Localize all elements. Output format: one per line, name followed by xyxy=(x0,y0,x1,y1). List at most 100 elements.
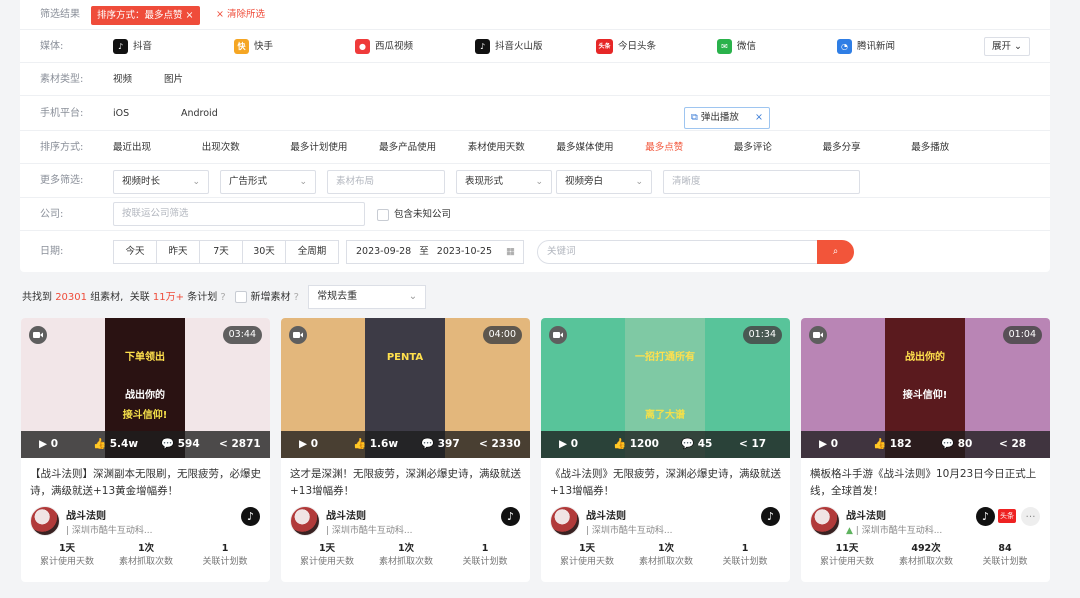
clear-filters-button[interactable]: × 清除所选 xyxy=(216,0,265,29)
metric-label: 累计使用天数 xyxy=(819,557,874,567)
avatar xyxy=(290,506,320,536)
card-metric: 1次 素材抓取次数 xyxy=(365,542,447,569)
media-option[interactable]: ✉ 微信 xyxy=(717,30,756,63)
card-title[interactable]: 横板格斗手游《战斗法则》10月23日今日正式上线，全球首发！ xyxy=(810,466,1043,500)
like-count: 👍 1.6w xyxy=(353,438,399,450)
sort-option[interactable]: 最多分享 xyxy=(823,131,861,164)
metric-label: 累计使用天数 xyxy=(299,557,354,567)
close-icon[interactable]: × xyxy=(755,108,763,128)
date-all-button[interactable]: 全周期 xyxy=(285,240,339,264)
ad-format-select[interactable]: 广告形式 ⌄ xyxy=(220,170,316,194)
more-filters-label: 更多筛选: xyxy=(40,175,84,186)
expand-button[interactable]: 展开 ⌄ xyxy=(984,37,1030,56)
douyin-icon: ♪ xyxy=(113,39,128,54)
sort-option[interactable]: 素材使用天数 xyxy=(468,131,525,164)
material-option-image[interactable]: 图片 xyxy=(164,63,183,96)
video-camera-icon xyxy=(29,326,47,344)
play-count: ▶ 0 xyxy=(39,438,59,450)
media-label: 媒体: xyxy=(40,41,64,52)
video-thumbnail[interactable]: PENTA 04:00 ▶ 0 👍 1.6w 💬 397 < 2330 xyxy=(281,318,530,458)
sort-option[interactable]: 最多媒体使用 xyxy=(557,131,614,164)
media-option-label: 抖音火山版 xyxy=(495,41,543,52)
help-icon[interactable]: ? xyxy=(294,292,299,303)
date-30days-button[interactable]: 30天 xyxy=(242,240,286,264)
video-thumbnail[interactable]: 一招打通所有 离了大谱 01:34 ▶ 0 👍 1200 💬 45 < 17 xyxy=(541,318,790,458)
media-option[interactable]: ♪ 抖音 xyxy=(113,30,152,63)
date-range-picker[interactable]: 2023-09-28 至 2023-10-25 ▦ xyxy=(346,240,524,264)
card-title[interactable]: 《战斗法则》无限疲劳，深渊必爆史诗，满级就送+13增幅券！ xyxy=(550,466,783,500)
metric-label: 关联计划数 xyxy=(722,557,768,567)
video-duration-select[interactable]: 视频时长 ⌄ xyxy=(113,170,209,194)
popup-play-toggle[interactable]: ⧉ 弹出播放 × xyxy=(684,107,770,129)
platform-option-android[interactable]: Android xyxy=(181,96,218,131)
layout-select[interactable]: 素材布局 xyxy=(327,170,445,194)
result-summary: 共找到 20301 组素材, 关联 11万+ 条计划 ? 新增素材 ? 常规去重… xyxy=(22,285,427,309)
material-card[interactable]: PENTA 04:00 ▶ 0 👍 1.6w 💬 397 < 2330 这才是深渊！无限疲劳… xyxy=(281,318,530,582)
search-button[interactable]: ⌕ xyxy=(817,240,854,264)
dedup-select[interactable]: 常规去重 ⌄ xyxy=(308,285,427,309)
date-today-button[interactable]: 今天 xyxy=(113,240,157,264)
media-option[interactable]: 头条 今日头条 xyxy=(596,30,656,63)
media-option[interactable]: ◔ 腾讯新闻 xyxy=(837,30,895,63)
found-prefix: 共找到 xyxy=(22,292,52,303)
video-thumbnail[interactable]: 下单领出 战出你的 接斗信仰! 03:44 ▶ 0 👍 5.4w 💬 594 < 2871 xyxy=(21,318,270,458)
resolution-select[interactable]: 清晰度 xyxy=(663,170,860,194)
filter-result-label: 筛选结果 xyxy=(40,9,80,20)
douyin-icon: ♪ xyxy=(241,507,260,526)
chevron-down-icon: ⌄ xyxy=(299,177,307,187)
sort-option[interactable]: 最多计划使用 xyxy=(290,131,347,164)
help-icon[interactable]: ? xyxy=(220,292,225,303)
company-input[interactable]: 按联运公司筛选 xyxy=(113,202,365,226)
platform-option-ios[interactable]: iOS xyxy=(113,96,129,131)
sort-row: 排序方式: 最近出现 出现次数 最多计划使用 最多产品使用 素材使用天数 最多媒体使用 最多… xyxy=(20,131,1050,164)
media-option[interactable]: ♪ 抖音火山版 xyxy=(475,30,543,63)
card-metric: 1 关联计划数 xyxy=(444,542,526,569)
video-camera-icon xyxy=(549,326,567,344)
material-card[interactable]: 一招打通所有 离了大谱 01:34 ▶ 0 👍 1200 💬 45 < 17 《战斗法则》无限… xyxy=(541,318,790,582)
author-name[interactable]: 战斗法则 xyxy=(66,507,106,522)
card-title[interactable]: 【战斗法则】深渊副本无限刷，无限疲劳，必爆史诗，满级就送+13黄金增幅券！ xyxy=(30,466,263,500)
stats-bar: ▶ 0 👍 1200 💬 45 < 17 xyxy=(541,431,790,458)
presentation-select[interactable]: 表现形式 ⌄ xyxy=(456,170,552,194)
sort-option[interactable]: 最多评论 xyxy=(734,131,772,164)
toutiao-icon: 头条 xyxy=(596,39,613,54)
layout-placeholder: 素材布局 xyxy=(336,176,375,187)
metric-label: 关联计划数 xyxy=(462,557,508,567)
metric-label: 素材抓取次数 xyxy=(638,557,693,567)
material-option-video[interactable]: 视频 xyxy=(113,63,132,96)
new-material-checkbox[interactable] xyxy=(235,291,248,303)
author-name[interactable]: 战斗法则 xyxy=(326,507,366,522)
media-option[interactable]: ● 西瓜视频 xyxy=(355,30,413,63)
include-unknown-checkbox[interactable]: 包含未知公司 xyxy=(377,198,451,231)
metric-value: 11天 xyxy=(835,543,859,554)
video-duration: 01:04 xyxy=(1002,326,1042,344)
date-7days-button[interactable]: 7天 xyxy=(199,240,243,264)
author-name[interactable]: 战斗法则 xyxy=(586,507,626,522)
keyword-input[interactable]: 关键词 xyxy=(537,240,819,264)
video-thumbnail[interactable]: 战出你的 接斗信仰! 01:04 ▶ 0 👍 182 💬 80 < 28 xyxy=(801,318,1050,458)
play-count: ▶ 0 xyxy=(299,438,319,450)
sort-option[interactable]: 最多产品使用 xyxy=(379,131,436,164)
checkbox-icon[interactable] xyxy=(377,208,389,221)
media-option-label: 西瓜视频 xyxy=(375,41,414,52)
active-filter-tag[interactable]: 排序方式：最多点赞 × xyxy=(91,6,200,25)
sort-option[interactable]: 最近出现 xyxy=(113,131,151,164)
popup-icon: ⧉ xyxy=(691,112,698,123)
sort-option[interactable]: 最多播放 xyxy=(911,131,949,164)
close-icon[interactable]: × xyxy=(186,10,194,21)
media-option-label: 微信 xyxy=(737,41,757,52)
more-icon[interactable]: … xyxy=(1021,507,1040,526)
avatar xyxy=(30,506,60,536)
media-option[interactable]: 快快手 xyxy=(234,30,273,63)
video-caption: 离了大谱 xyxy=(645,410,685,421)
company-name: | 深圳市酷牛互动科... xyxy=(66,526,153,536)
material-card[interactable]: 战出你的 接斗信仰! 01:04 ▶ 0 👍 182 💬 80 < 28 横板格斗手游《战斗法… xyxy=(801,318,1050,582)
sort-option[interactable]: 最多点赞 xyxy=(645,131,683,164)
material-card[interactable]: 下单领出 战出你的 接斗信仰! 03:44 ▶ 0 👍 5.4w 💬 594 < 2871 【战… xyxy=(21,318,270,582)
author-name[interactable]: 战斗法则 xyxy=(846,507,886,522)
date-to: 2023-10-25 xyxy=(436,246,493,257)
card-title[interactable]: 这才是深渊！无限疲劳，深渊必爆史诗，满级就送+13增幅券！ xyxy=(290,466,523,500)
narration-select[interactable]: 视频旁白 ⌄ xyxy=(556,170,652,194)
sort-option[interactable]: 出现次数 xyxy=(202,131,240,164)
date-yesterday-button[interactable]: 昨天 xyxy=(156,240,200,264)
